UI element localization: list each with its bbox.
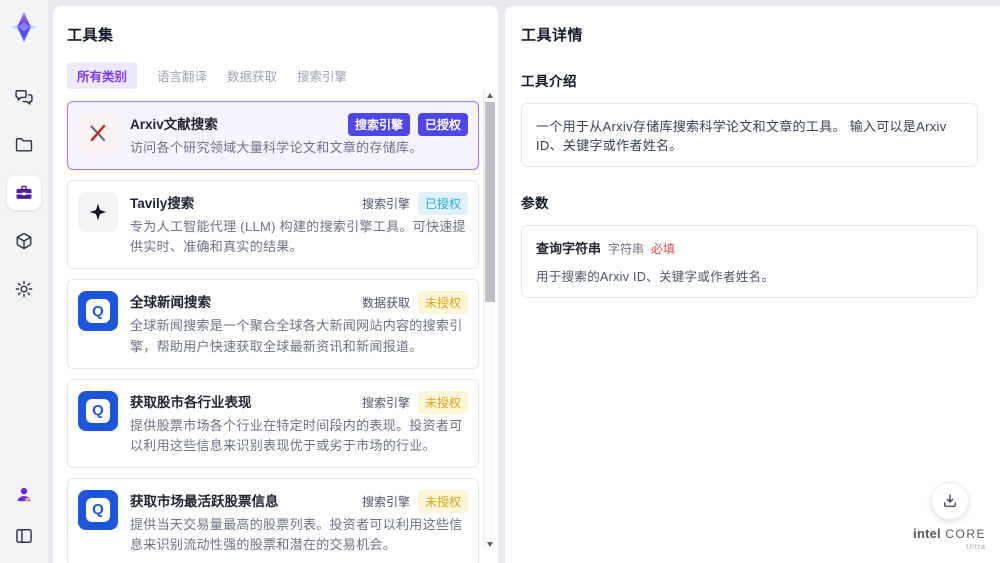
tool-icon: Q bbox=[78, 489, 118, 530]
sidebar-nav bbox=[7, 80, 41, 306]
sidebar bbox=[0, 0, 48, 563]
category-tabs: 所有类别 语言翻译 数据获取 搜索引擎 bbox=[67, 62, 484, 89]
tool-card[interactable]: Q 获取股市各行业表现 提供股票市场各个行业在特定时间段内的表现。投资者可以利用… bbox=[67, 378, 479, 468]
auth-status-badge: 已授权 bbox=[417, 192, 468, 216]
tool-card[interactable]: Q 获取市场最活跃股票信息 提供当天交易量最高的股票列表。投资者可以利用这些信息… bbox=[67, 477, 479, 563]
category-badge: 搜索引擎 bbox=[361, 197, 410, 212]
sidebar-item-files[interactable] bbox=[7, 128, 41, 162]
tool-desc: 专为人工智能代理 (LLM) 构建的搜索引擎工具。可快速提供实时、准确和真实的结… bbox=[130, 219, 466, 255]
category-badge: 搜索引擎 bbox=[361, 494, 410, 509]
category-tab[interactable]: 搜索引擎 bbox=[297, 62, 347, 89]
user-icon bbox=[17, 487, 31, 502]
tool-card[interactable]: Q 全球新闻搜索 全球新闻搜索是一个聚合全球各大新闻网站内容的搜索引擎，帮助用户… bbox=[67, 279, 479, 369]
category-tab[interactable]: 所有类别 bbox=[67, 62, 138, 89]
q-app-logo-icon: Q bbox=[86, 299, 110, 324]
intel-core-logo: intel CORE Ultra bbox=[913, 526, 986, 551]
detail-panel: 工具详情 工具介绍 一个用于从Arxiv存储库搜索科学论文和文章的工具。 输入可… bbox=[505, 6, 1000, 563]
app-logo[interactable] bbox=[5, 8, 43, 46]
tavily-logo-icon bbox=[89, 203, 107, 221]
panel-toggle-icon bbox=[16, 529, 32, 543]
tool-card[interactable]: Arxiv文献搜索 访问各个研究领域大量科学论文和文章的存储库。 搜索引擎 已授… bbox=[67, 101, 479, 171]
tool-list: Arxiv文献搜索 访问各个研究领域大量科学论文和文章的存储库。 搜索引擎 已授… bbox=[67, 101, 479, 563]
tools-panel: 工具集 所有类别 语言翻译 数据获取 搜索引擎 Arxiv文献搜索 访问各个研究领域大… bbox=[53, 6, 498, 563]
category-tab[interactable]: 语言翻译 bbox=[157, 62, 207, 89]
download-icon bbox=[943, 494, 956, 507]
category-tab[interactable]: 数据获取 bbox=[227, 62, 277, 89]
sidebar-item-models[interactable] bbox=[7, 224, 41, 258]
tool-icon: Q bbox=[78, 390, 118, 431]
sidebar-item-tools[interactable] bbox=[7, 176, 41, 210]
toolbox-icon bbox=[16, 185, 32, 199]
auth-status-badge: 已授权 bbox=[417, 113, 468, 136]
intro-box: 一个用于从Arxiv存储库搜索科学论文和文章的工具。 输入可以是Arxiv ID… bbox=[521, 103, 978, 167]
sidebar-bottom bbox=[7, 477, 41, 553]
tool-desc: 提供当天交易量最高的股票列表。投资者可以利用这些信息来识别流动性强的股票和潜在的… bbox=[130, 516, 463, 553]
sidebar-item-chat[interactable] bbox=[7, 80, 41, 114]
chat-icon bbox=[15, 90, 33, 105]
tool-desc: 提供股票市场各个行业在特定时间段内的表现。投资者可以利用这些信息来识别表现优于或… bbox=[130, 417, 463, 453]
category-badge: 数据获取 bbox=[361, 296, 410, 311]
params-heading: 参数 bbox=[521, 196, 549, 211]
app-logo-icon bbox=[10, 11, 38, 43]
gear-icon bbox=[15, 280, 33, 298]
param-desc: 用于搜索的Arxiv ID、关键字或作者姓名。 bbox=[536, 270, 775, 284]
sidebar-item-settings[interactable] bbox=[7, 272, 41, 306]
param-head: 查询字符串 字符串 必填 bbox=[536, 238, 963, 257]
param-required-badge: 必填 bbox=[651, 242, 676, 256]
q-app-logo-icon: Q bbox=[86, 398, 110, 423]
tool-icon bbox=[78, 113, 118, 153]
floating-corner: intel CORE Ultra bbox=[913, 482, 986, 551]
collapse-panel-button[interactable] bbox=[7, 519, 41, 553]
category-badge: 搜索引擎 bbox=[347, 113, 410, 136]
user-avatar-button[interactable] bbox=[7, 477, 41, 511]
tool-card[interactable]: Tavily搜索 专为人工智能代理 (LLM) 构建的搜索引擎工具。可快速提供实… bbox=[67, 180, 479, 270]
param-type: 字符串 bbox=[608, 242, 645, 256]
auth-status-badge: 未授权 bbox=[417, 489, 468, 513]
tool-icon: Q bbox=[78, 291, 118, 332]
detail-title: 工具详情 bbox=[521, 27, 584, 44]
brand-sub-label: Ultra bbox=[966, 544, 986, 551]
tool-desc: 全球新闻搜索是一个聚合全球各大新闻网站内容的搜索引擎，帮助用户快速获取全球最新资… bbox=[130, 318, 463, 354]
page-title: 工具集 bbox=[67, 27, 114, 44]
intel-wordmark: intel bbox=[913, 526, 941, 541]
tool-icon bbox=[78, 192, 118, 233]
intro-text: 一个用于从Arxiv存储库搜索科学论文和文章的工具。 输入可以是Arxiv ID… bbox=[536, 119, 947, 153]
auth-status-badge: 未授权 bbox=[417, 390, 468, 414]
scrollbar-thumb[interactable] bbox=[485, 102, 495, 302]
cube-icon bbox=[16, 232, 32, 250]
intro-heading: 工具介绍 bbox=[521, 74, 577, 89]
arxiv-logo-icon bbox=[90, 124, 106, 142]
q-app-logo-icon: Q bbox=[86, 497, 110, 522]
tool-desc: 访问各个研究领域大量科学论文和文章的存储库。 bbox=[130, 140, 423, 155]
param-name: 查询字符串 bbox=[536, 241, 602, 256]
param-box: 查询字符串 字符串 必填 用于搜索的Arxiv ID、关键字或作者姓名。 bbox=[521, 225, 978, 298]
auth-status-badge: 未授权 bbox=[417, 291, 468, 315]
download-button[interactable] bbox=[930, 482, 969, 520]
core-wordmark: CORE bbox=[945, 527, 986, 541]
tool-list-scrollbar[interactable] bbox=[483, 90, 495, 549]
category-badge: 搜索引擎 bbox=[361, 395, 410, 410]
scroll-up-arrow[interactable] bbox=[484, 90, 496, 100]
scroll-down-arrow[interactable] bbox=[484, 539, 496, 549]
folder-icon bbox=[15, 138, 33, 152]
